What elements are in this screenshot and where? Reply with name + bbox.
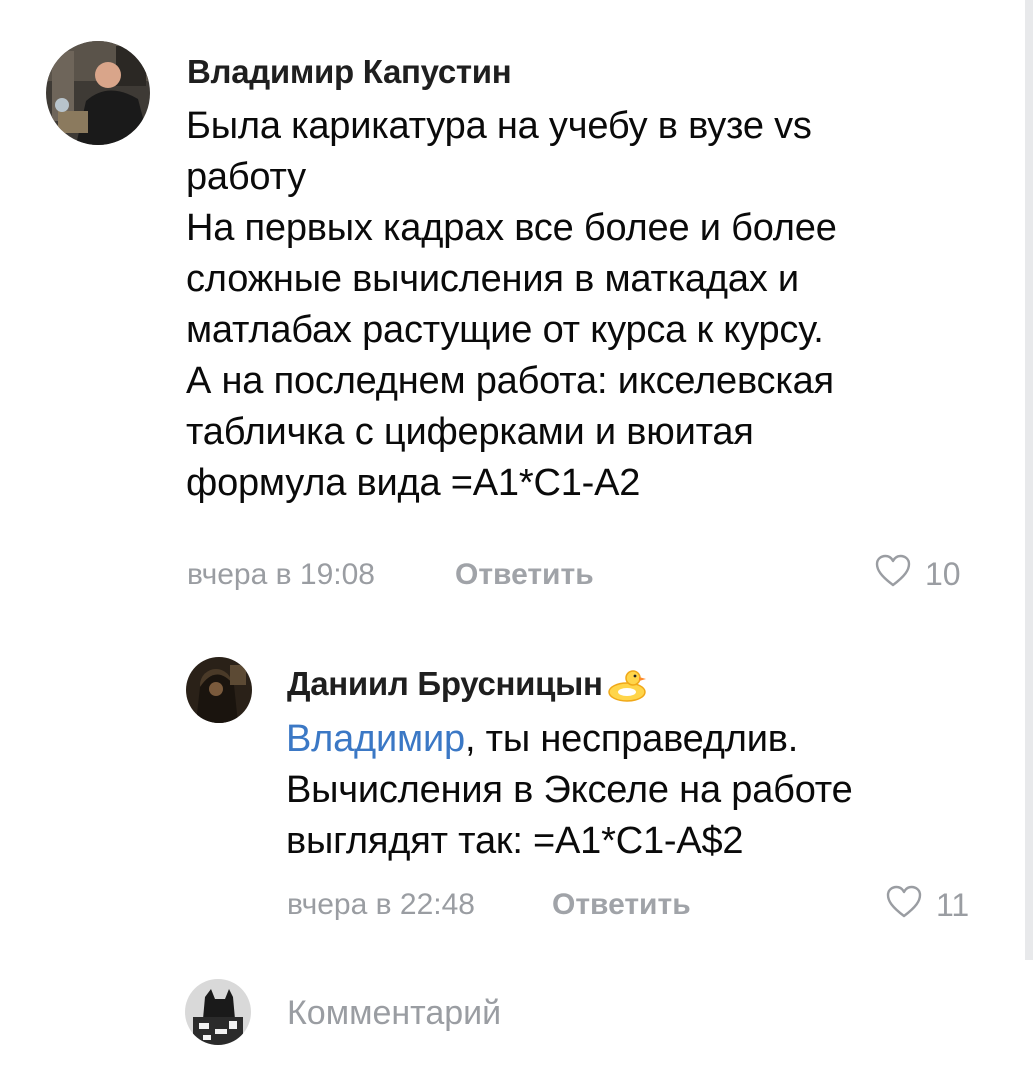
author-name[interactable]: Даниил Брусницын	[287, 665, 603, 703]
comment-timestamp: вчера в 22:48	[287, 888, 475, 921]
comment-text: Владимир, ты несправедлив. Вычисления в …	[286, 714, 853, 867]
comment-input[interactable]: Комментарий	[287, 994, 501, 1033]
rubber-duck-icon	[605, 664, 649, 704]
like-count: 10	[925, 556, 961, 592]
comment-line: формула вида =А1*С1-А2	[186, 462, 641, 504]
comment-text: Была карикатура на учебу в вузе vs работ…	[186, 101, 837, 509]
like-button[interactable]: 11	[886, 885, 969, 926]
comment-line: выглядят так: =А1*С1-А$2	[286, 820, 744, 862]
comment-line-rest: , ты несправедлив.	[464, 718, 799, 760]
like-count: 11	[936, 887, 970, 923]
comment-line: Владимир, ты несправедлив.	[286, 714, 853, 765]
comment-line: Вычисления в Экселе на работе	[286, 769, 853, 811]
comment-line: сложные вычисления в маткадах и	[186, 258, 799, 300]
comment-line: табличка с циферками и вюитая	[186, 411, 754, 453]
reply-button[interactable]: Ответить	[455, 558, 594, 592]
like-button[interactable]: 10	[875, 554, 961, 595]
comment-line: Была карикатура на учебу в вузе vs	[186, 105, 812, 147]
comment-line: работу	[186, 156, 306, 198]
comment-author[interactable]: Владимир Капустин	[187, 53, 512, 91]
comment-line: На первых кадрах все более и более	[186, 207, 837, 249]
avatar[interactable]	[46, 41, 150, 145]
avatar	[185, 979, 251, 1045]
reply-button[interactable]: Ответить	[552, 888, 691, 922]
comment-timestamp: вчера в 19:08	[187, 558, 375, 591]
mention-link[interactable]: Владимир	[286, 718, 465, 760]
avatar[interactable]	[186, 657, 252, 723]
comment-line: матлабах растущие от курса к курсу.	[186, 309, 824, 351]
heart-outline-icon	[886, 885, 922, 926]
comment-author: Даниил Брусницын	[287, 664, 649, 704]
heart-outline-icon	[875, 554, 911, 595]
comment-line: А на последнем работа: икселевская	[186, 360, 834, 402]
scrollbar[interactable]	[1025, 0, 1033, 960]
